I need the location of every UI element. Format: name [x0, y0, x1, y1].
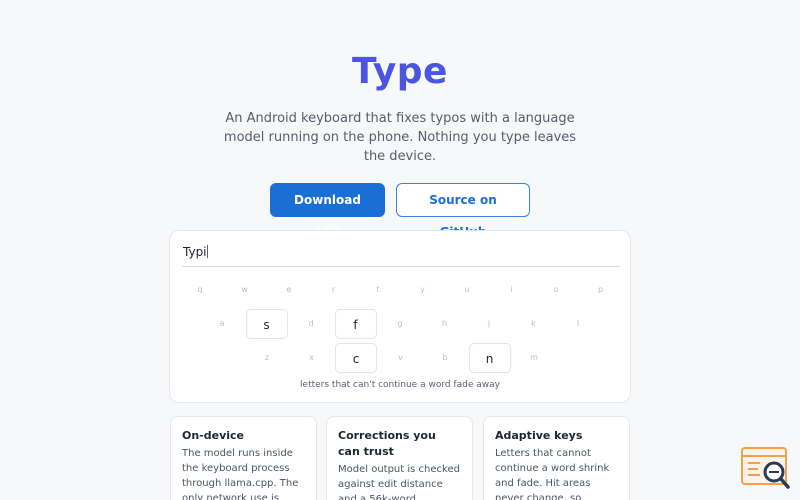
feature-body: Model output is checked against edit dis… — [338, 464, 460, 500]
keyboard-demo: Typi qwertyuiop asdfghjkl zxcvbnm letters … — [169, 230, 631, 403]
key-h[interactable]: h — [424, 309, 466, 339]
key-x[interactable]: x — [291, 343, 333, 373]
key-b[interactable]: b — [424, 343, 466, 373]
key-f[interactable]: f — [334, 309, 377, 339]
key-c[interactable]: c — [335, 343, 377, 373]
search-badge-icon[interactable] — [740, 445, 792, 493]
feature-title: On-device — [182, 429, 245, 442]
key-a[interactable]: a — [201, 309, 243, 339]
key-r[interactable]: r — [313, 275, 355, 305]
feature-body: The model runs inside the keyboard proce… — [182, 448, 299, 500]
hero: Type An Android keyboard that fixes typo… — [0, 0, 800, 239]
feature-card-adaptive-keys: Adaptive keys Letters that cannot contin… — [483, 416, 630, 500]
key-e[interactable]: e — [268, 275, 310, 305]
hero-actions: Download APK Source on GitHub — [0, 183, 800, 239]
source-github-button[interactable]: Source on GitHub — [396, 183, 530, 239]
key-s[interactable]: s — [245, 309, 288, 339]
page-subtitle: An Android keyboard that fixes typos wit… — [223, 111, 577, 164]
key-w[interactable]: w — [224, 275, 266, 305]
key-z[interactable]: z — [246, 343, 288, 373]
key-l[interactable]: l — [557, 309, 599, 339]
key-y[interactable]: y — [402, 275, 444, 305]
key-v[interactable]: v — [380, 343, 422, 373]
key-o[interactable]: o — [535, 275, 577, 305]
key-m[interactable]: m — [513, 343, 555, 373]
key-u[interactable]: u — [446, 275, 488, 305]
feature-card-on-device: On-device The model runs inside the keyb… — [170, 416, 317, 500]
download-apk-button[interactable]: Download APK — [270, 183, 385, 239]
feature-body: Letters that cannot continue a word shri… — [495, 448, 610, 500]
key-k[interactable]: k — [513, 309, 555, 339]
search-badge-icon-graphic — [741, 447, 790, 489]
key-t[interactable]: t — [357, 275, 399, 305]
feature-title: Adaptive keys — [495, 429, 583, 442]
text-caret — [206, 245, 208, 258]
feature-card-corrections: Corrections you can trust Model output i… — [326, 416, 473, 500]
key-q[interactable]: q — [179, 275, 221, 305]
key-j[interactable]: j — [468, 309, 510, 339]
demo-text-value: Typi — [183, 245, 207, 259]
demo-text-field[interactable]: Typi — [182, 245, 620, 267]
page-title: Type — [352, 51, 448, 92]
key-i[interactable]: i — [491, 275, 533, 305]
key-p[interactable]: p — [580, 275, 622, 305]
feature-title: Corrections you can trust — [338, 429, 436, 458]
key-d[interactable]: d — [290, 309, 332, 339]
key-n[interactable]: n — [468, 343, 511, 373]
key-g[interactable]: g — [379, 309, 421, 339]
demo-caption: letters that can't continue a word fade … — [300, 380, 500, 390]
